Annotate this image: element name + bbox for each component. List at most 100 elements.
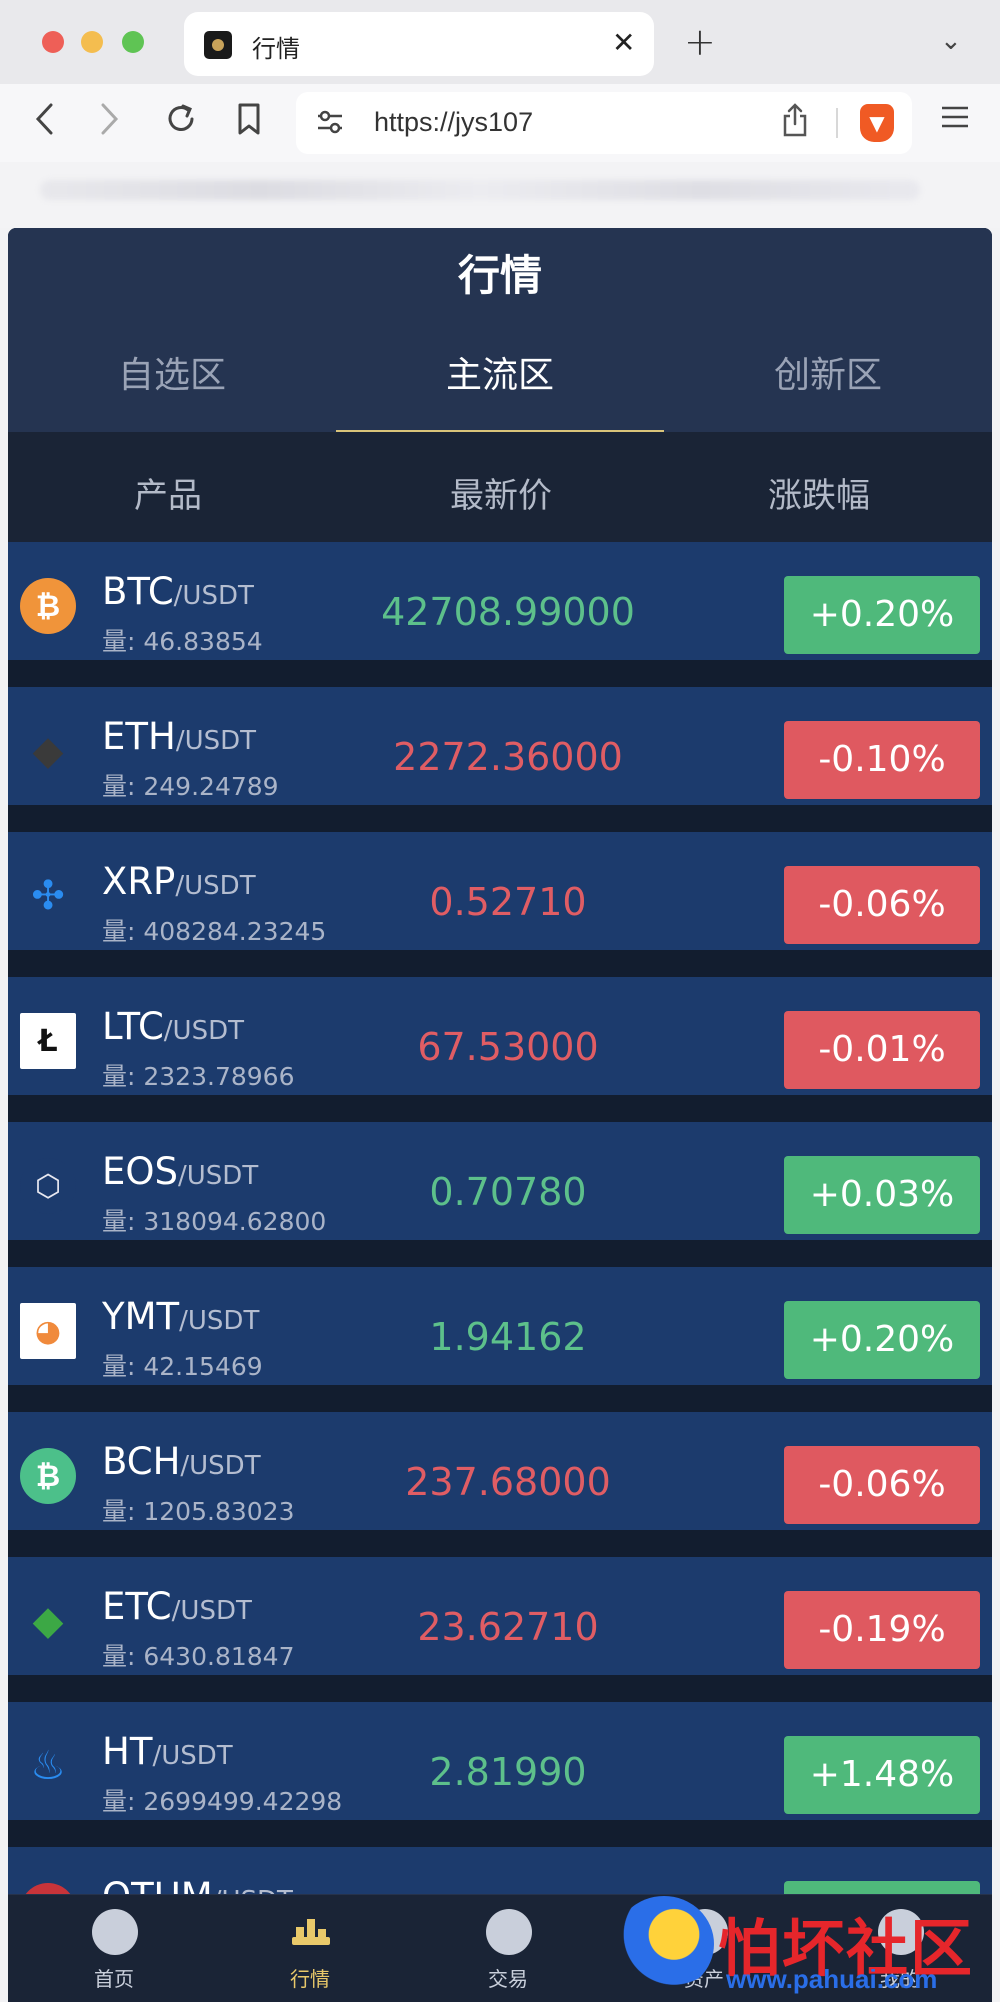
coin-price: 237.68000 (405, 1460, 611, 1504)
tab-title: 行情 (252, 35, 300, 63)
coin-pair: BCH/USDT (102, 1440, 261, 1483)
coin-price: 0.70780 (429, 1170, 587, 1214)
coin-quote: /USDT (180, 1451, 261, 1481)
zoom-window-button[interactable] (122, 31, 144, 53)
coin-price: 1.94162 (429, 1315, 587, 1359)
coin-volume: 量: 249.24789 (102, 772, 279, 801)
coin-row-eth[interactable]: ◆ ETH/USDT 量: 249.24789 2272.36000 -0.10% (8, 687, 992, 805)
column-header: 产品 最新价 涨跌幅 (8, 432, 992, 542)
coin-quote: /USDT (163, 1016, 244, 1046)
favicon-icon (204, 31, 232, 59)
change-badge: -0.06% (784, 1446, 980, 1524)
coin-row-etc[interactable]: ◆ ETC/USDT 量: 6430.81847 23.62710 -0.19% (8, 1557, 992, 1675)
toolbar-separator (836, 108, 838, 138)
change-badge: -0.10% (784, 721, 980, 799)
ymt-icon: ◕ (20, 1303, 76, 1359)
coin-pair: YMT/USDT (102, 1295, 259, 1338)
nav-label: 首页 (94, 1967, 134, 1991)
url-text[interactable]: https://jys107 (374, 107, 533, 138)
coin-symbol: BTC (102, 570, 174, 613)
coin-symbol: YMT (102, 1295, 180, 1338)
coin-volume: 量: 1205.83023 (102, 1497, 295, 1526)
change-badge: +0.03% (784, 1156, 980, 1234)
coin-symbol: HT (102, 1730, 153, 1773)
coin-volume: 量: 2323.78966 (102, 1062, 295, 1091)
blurred-banner (0, 162, 1000, 228)
column-change: 涨跌幅 (768, 476, 870, 516)
watermark-logo-icon (614, 1896, 714, 1992)
brave-shield-icon[interactable]: ▼ (860, 104, 894, 142)
bookmark-icon[interactable] (236, 102, 262, 145)
home-icon (92, 1909, 138, 1955)
site-settings-icon[interactable] (316, 107, 344, 144)
bitcoin-cash-icon: ₿ (20, 1448, 76, 1504)
nav-item-trade[interactable]: 交易 (448, 1895, 568, 2002)
coin-price: 23.62710 (417, 1605, 599, 1649)
coin-row-ymt[interactable]: ◕ YMT/USDT 量: 42.15469 1.94162 +0.20% (8, 1267, 992, 1385)
site-watermark: 怕坏社区 www.pahuai.com (600, 1890, 1000, 2002)
coin-pair: HT/USDT (102, 1730, 233, 1773)
nav-item-market[interactable]: 行情 (250, 1895, 370, 2002)
coin-price: 2.81990 (429, 1750, 587, 1794)
address-bar[interactable]: https://jys107 ▼ (296, 92, 912, 154)
reload-icon[interactable] (164, 102, 198, 145)
tab-list-icon[interactable]: ⌄ (940, 26, 962, 56)
trade-icon (486, 1909, 532, 1955)
change-badge: +0.20% (784, 1301, 980, 1379)
coin-pair: XRP/USDT (102, 860, 256, 903)
coin-row-bch[interactable]: ₿ BCH/USDT 量: 1205.83023 237.68000 -0.06% (8, 1412, 992, 1530)
coin-row-xrp[interactable]: ✣ XRP/USDT 量: 408284.23245 0.52710 -0.06% (8, 832, 992, 950)
tab-close-icon[interactable]: ✕ (612, 26, 635, 59)
coin-row-ht[interactable]: ♨ HT/USDT 量: 2699499.42298 2.81990 +1.48% (8, 1702, 992, 1820)
coin-row-eos[interactable]: ⬡ EOS/USDT 量: 318094.62800 0.70780 +0.03% (8, 1122, 992, 1240)
coin-quote: /USDT (178, 1161, 259, 1191)
change-badge: -0.01% (784, 1011, 980, 1089)
coin-symbol: LTC (102, 1005, 164, 1048)
coin-symbol: XRP (102, 860, 176, 903)
coin-price: 67.53000 (417, 1025, 599, 1069)
page-title: 行情 (457, 251, 542, 300)
market-app: 行情 自选区 主流区 创新区 产品 最新价 涨跌幅 ₿ BTC/USDT 量: 46… (8, 228, 992, 2002)
ripple-icon: ✣ (31, 873, 65, 919)
coin-quote: /USDT (175, 871, 256, 901)
tab-innovation[interactable]: 创新区 (664, 340, 992, 432)
menu-icon[interactable] (940, 102, 970, 140)
back-icon[interactable] (34, 102, 54, 145)
browser-toolbar: https://jys107 ▼ (0, 84, 1000, 162)
forward-icon[interactable] (100, 102, 120, 145)
new-tab-button[interactable]: + (684, 20, 716, 64)
coin-volume: 量: 42.15469 (102, 1352, 263, 1381)
market-tabs: 自选区 主流区 创新区 (8, 340, 992, 432)
eos-icon: ⬡ (20, 1158, 76, 1214)
change-badge: -0.19% (784, 1591, 980, 1669)
nav-label: 交易 (488, 1967, 528, 1991)
coin-symbol: ETH (102, 715, 176, 758)
watermark-url: www.pahuai.com (726, 1964, 938, 1994)
bitcoin-icon: ₿ (20, 578, 76, 634)
column-product: 产品 (134, 476, 202, 516)
coin-pair: ETH/USDT (102, 715, 256, 758)
ethereum-classic-icon: ◆ (32, 1598, 64, 1644)
browser-tab[interactable]: 行情 ✕ (184, 12, 654, 76)
tab-watchlist[interactable]: 自选区 (8, 340, 336, 432)
coin-quote: /USDT (152, 1741, 233, 1771)
coin-pair: ETC/USDT (102, 1585, 252, 1628)
share-icon[interactable] (782, 102, 808, 146)
litecoin-icon: Ł (20, 1013, 76, 1069)
change-badge: +0.20% (784, 576, 980, 654)
coin-pair: BTC/USDT (102, 570, 254, 613)
close-window-button[interactable] (42, 31, 64, 53)
coin-price: 0.52710 (429, 880, 587, 924)
coin-row-btc[interactable]: ₿ BTC/USDT 量: 46.83854 42708.99000 +0.20% (8, 542, 992, 660)
tab-mainstream[interactable]: 主流区 (336, 340, 664, 432)
browser-tab-bar: 行情 ✕ + ⌄ (0, 0, 1000, 84)
huobi-token-icon: ♨ (30, 1743, 66, 1789)
coin-volume: 量: 46.83854 (102, 627, 263, 656)
coin-price: 42708.99000 (381, 590, 635, 634)
nav-label: 行情 (290, 1967, 330, 1991)
coin-symbol: ETC (102, 1585, 172, 1628)
nav-item-home[interactable]: 首页 (54, 1895, 174, 2002)
minimize-window-button[interactable] (81, 31, 103, 53)
coin-volume: 量: 6430.81847 (102, 1642, 295, 1671)
coin-row-ltc[interactable]: Ł LTC/USDT 量: 2323.78966 67.53000 -0.01% (8, 977, 992, 1095)
